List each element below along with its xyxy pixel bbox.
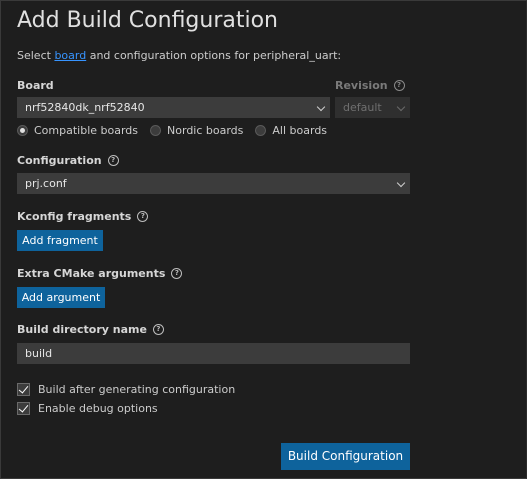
add-fragment-button[interactable]: Add fragment [17, 230, 103, 251]
intro-prefix: Select [17, 49, 55, 62]
board-link[interactable]: board [54, 49, 86, 62]
help-circle-icon[interactable]: ? [137, 211, 149, 222]
checkmark-icon [17, 383, 30, 396]
revision-select-value: default [343, 101, 382, 114]
enable-debug-checkbox[interactable]: Enable debug options [17, 402, 158, 415]
configuration-select-value: prj.conf [25, 177, 67, 190]
build-dir-label-text: Build directory name [17, 323, 147, 336]
revision-select[interactable]: default [335, 97, 410, 118]
build-after-generating-checkbox[interactable]: Build after generating configuration [17, 383, 235, 396]
checkbox-label: Build after generating configuration [38, 383, 236, 396]
build-dir-label: Build directory name ? [17, 323, 164, 336]
board-filter-group: Compatible boards Nordic boards All boar… [17, 124, 339, 137]
revision-label-text: Revision [335, 79, 388, 92]
chevron-down-icon [396, 178, 406, 188]
revision-label: Revision ? [335, 79, 405, 92]
radio-nordic-boards[interactable]: Nordic boards [150, 124, 243, 137]
intro-text: Select board and configuration options f… [17, 49, 341, 62]
build-dir-input[interactable]: build [17, 343, 410, 364]
kconfig-label-text: Kconfig fragments [17, 210, 132, 223]
configuration-label-text: Configuration [17, 154, 102, 167]
board-select-value: nrf52840dk_nrf52840 [25, 101, 145, 114]
radio-label: All boards [272, 124, 328, 137]
radio-unselected-icon [150, 125, 162, 136]
help-circle-icon[interactable]: ? [171, 268, 183, 279]
cmake-label: Extra CMake arguments ? [17, 267, 183, 280]
radio-label: Nordic boards [167, 124, 244, 137]
help-circle-icon[interactable]: ? [152, 324, 164, 335]
configuration-select[interactable]: prj.conf [17, 173, 410, 194]
radio-unselected-icon [255, 125, 267, 136]
help-circle-icon[interactable]: ? [393, 80, 405, 91]
configuration-label: Configuration ? [17, 154, 119, 167]
radio-all-boards[interactable]: All boards [255, 124, 327, 137]
page-title: Add Build Configuration [17, 8, 279, 33]
intro-suffix: and configuration options for peripheral… [86, 49, 342, 62]
chevron-down-icon [396, 102, 406, 112]
build-configuration-button[interactable]: Build Configuration [281, 443, 410, 470]
radio-label: Compatible boards [34, 124, 139, 137]
board-label-text: Board [17, 79, 54, 92]
chevron-down-icon [316, 102, 326, 112]
radio-selected-icon [17, 125, 28, 136]
board-select[interactable]: nrf52840dk_nrf52840 [17, 97, 330, 118]
radio-compatible-boards[interactable]: Compatible boards [17, 124, 138, 137]
board-label: Board [17, 79, 54, 92]
kconfig-label: Kconfig fragments ? [17, 210, 149, 223]
add-argument-button[interactable]: Add argument [17, 287, 105, 308]
checkbox-label: Enable debug options [38, 402, 158, 415]
cmake-label-text: Extra CMake arguments [17, 267, 166, 280]
checkmark-icon [17, 402, 30, 415]
help-circle-icon[interactable]: ? [107, 155, 119, 166]
